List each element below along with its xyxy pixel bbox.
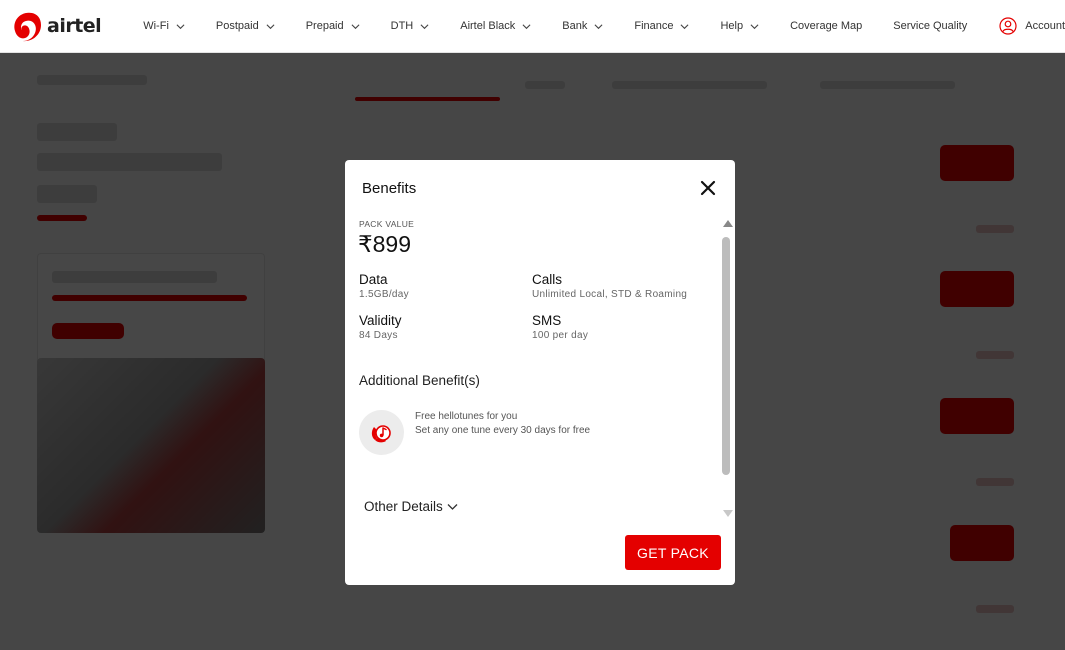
modal-title: Benefits: [362, 180, 417, 197]
chevron-down-icon: [522, 23, 531, 29]
nav-item-label: Service Quality: [893, 20, 968, 32]
other-details-toggle[interactable]: Other Details: [364, 499, 458, 514]
main-nav: Wi-Fi Postpaid Prepaid DTH Airtel Black …: [123, 17, 1065, 35]
airtel-logo-icon: [14, 12, 41, 42]
chevron-down-icon: [681, 23, 689, 29]
scroll-down-arrow[interactable]: [723, 510, 733, 517]
nav-item-prepaid[interactable]: Prepaid: [306, 20, 360, 32]
close-icon: [700, 180, 716, 196]
user-icon: [999, 17, 1017, 35]
account-button[interactable]: Account: [999, 17, 1065, 35]
account-label: Account: [1025, 20, 1065, 32]
nav-item-label: Prepaid: [305, 20, 344, 32]
benefits-scroll-area[interactable]: PACK VALUE ₹899 Data 1.5GB/day Calls Unl…: [345, 215, 735, 520]
pack-value-label: PACK VALUE: [359, 219, 415, 229]
nav-item-bank[interactable]: Bank: [562, 20, 603, 32]
data-value: 1.5GB/day: [359, 289, 409, 300]
nav-item-help[interactable]: Help: [720, 20, 759, 32]
nav-item-dth[interactable]: DTH: [391, 20, 430, 32]
hellotune-line1: Free hellotunes for you: [415, 411, 518, 422]
nav-item-postpaid[interactable]: Postpaid: [216, 20, 275, 32]
nav-item-airtel-black[interactable]: Airtel Black: [460, 20, 531, 32]
brand-logo[interactable]: airtel: [10, 9, 103, 43]
nav-item-label: Bank: [562, 20, 588, 32]
nav-item-label: Help: [720, 20, 744, 32]
nav-item-label: Airtel Black: [460, 20, 516, 32]
nav-item-label: Postpaid: [215, 20, 259, 32]
additional-benefits-title: Additional Benefit(s): [359, 373, 480, 388]
sms-title: SMS: [532, 313, 562, 328]
hellotune-line2: Set any one tune every 30 days for free: [415, 425, 591, 436]
pack-price: ₹899: [358, 231, 412, 257]
calls-value: Unlimited Local, STD & Roaming: [532, 289, 688, 300]
validity-value: 84 Days: [359, 330, 398, 341]
nav-item-label: Coverage Map: [790, 20, 863, 32]
chevron-down-icon: [176, 23, 185, 29]
nav-item-service-quality[interactable]: Service Quality: [893, 20, 967, 32]
scroll-thumb[interactable]: [722, 237, 730, 475]
chevron-down-icon: [594, 23, 603, 29]
chevron-down-icon: [420, 23, 429, 29]
nav-item-label: DTH: [390, 20, 414, 32]
hellotune-icon: [359, 410, 404, 455]
benefits-modal: Benefits PACK VALUE ₹899 Data 1.5GB/day …: [345, 160, 735, 585]
data-title: Data: [359, 272, 388, 287]
modal-scrollbar[interactable]: [721, 220, 733, 520]
close-button[interactable]: [699, 179, 717, 197]
get-pack-button[interactable]: GET PACK: [625, 535, 721, 570]
nav-item-label: Wi-Fi: [143, 20, 169, 32]
chevron-down-icon: [750, 23, 759, 29]
validity-title: Validity: [359, 313, 402, 328]
nav-item-wifi[interactable]: Wi-Fi: [143, 20, 185, 32]
calls-title: Calls: [532, 272, 563, 287]
nav-item-coverage-map[interactable]: Coverage Map: [790, 20, 862, 32]
nav-item-label: Finance: [634, 20, 674, 32]
chevron-down-icon: [447, 504, 458, 510]
chevron-down-icon: [266, 23, 275, 29]
scroll-up-arrow[interactable]: [723, 220, 733, 227]
top-navigation: airtel Wi-Fi Postpaid Prepaid DTH Airtel…: [0, 0, 1065, 53]
nav-item-finance[interactable]: Finance: [634, 20, 689, 32]
brand-name: airtel: [47, 15, 102, 37]
other-details-label: Other Details: [364, 499, 443, 514]
chevron-down-icon: [351, 23, 360, 29]
sms-value: 100 per day: [532, 330, 589, 341]
